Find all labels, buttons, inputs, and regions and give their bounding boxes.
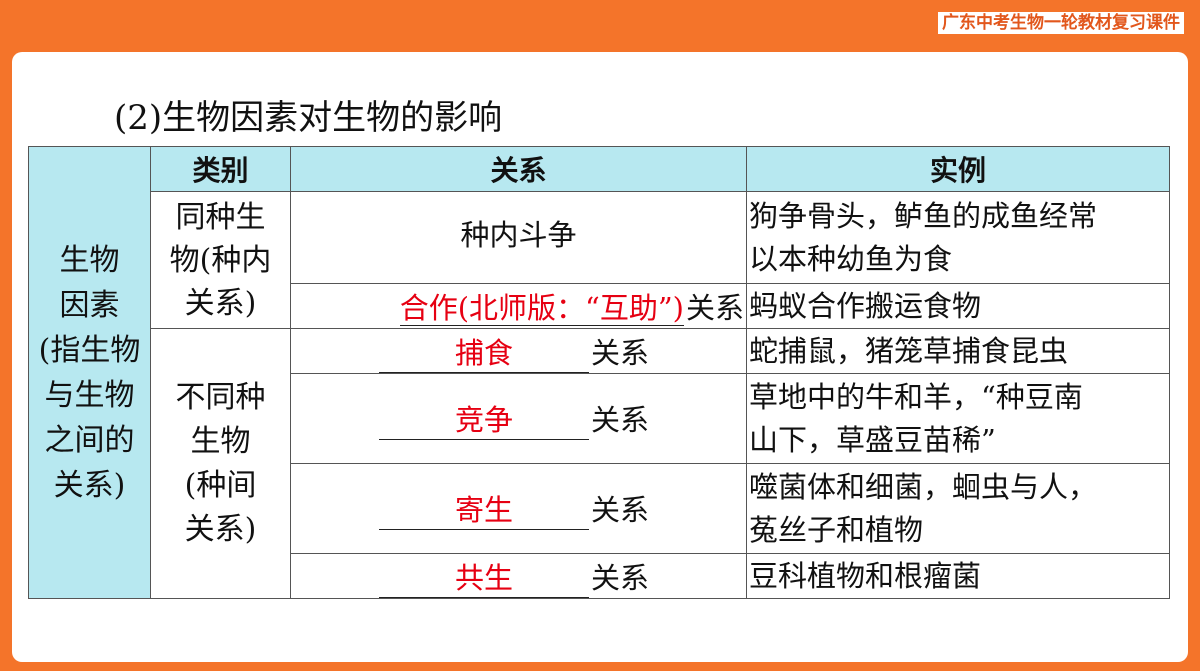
subcategory-line: (种间 <box>184 467 257 503</box>
example-line: 山下，草盛豆苗稀” <box>749 422 996 457</box>
same-species-cell: 同种生 物(种内 关系) <box>150 191 291 329</box>
subcategory-line: 关系) <box>184 511 257 547</box>
relation-suffix: 关系 <box>685 291 744 325</box>
example-cell: 狗争骨头，鲈鱼的成鱼经常 以本种幼鱼为食 <box>746 191 1170 284</box>
example-line: 狗争骨头，鲈鱼的成鱼经常 <box>749 198 1098 233</box>
answer-blank: 竞争 <box>379 397 589 440</box>
example-cell: 蛇捕鼠，猪笼草捕食昆虫 <box>746 328 1170 374</box>
example-line: 噬菌体和细菌，蛔虫与人， <box>749 469 1098 504</box>
example-line: 豆科植物和根瘤菌 <box>749 558 982 593</box>
example-line: 草地中的牛和羊，“种豆南 <box>749 379 1083 414</box>
category-line: 因素 <box>59 287 120 323</box>
relation-suffix: 关系 <box>591 335 650 370</box>
example-cell: 草地中的牛和羊，“种豆南 山下，草盛豆苗稀” <box>746 373 1170 464</box>
answer-text: 合作(北师版：“互助”) <box>399 291 684 326</box>
relation-text: 种内斗争 <box>460 217 577 252</box>
relation-cell: 捕食 关系 <box>290 328 747 374</box>
relation-suffix: 关系 <box>591 560 650 595</box>
category-line: 关系) <box>53 467 126 503</box>
subcategory-line: 关系) <box>184 285 257 321</box>
column-header-example: 实例 <box>746 146 1170 192</box>
course-title: 广东中考生物一轮教材复习课件 <box>938 12 1184 34</box>
answer-blank: 共生 <box>379 555 589 598</box>
example-cell: 噬菌体和细菌，蛔虫与人， 菟丝子和植物 <box>746 463 1170 554</box>
subcategory-line: 物(种内 <box>169 242 272 278</box>
example-line: 蚂蚁合作搬运食物 <box>749 288 982 323</box>
relation-table: 生物 因素 (指生物 与生物 之间的 关系) 类别 关系 实例 同种生 物(种内… <box>28 146 1170 599</box>
example-line: 菟丝子和植物 <box>749 512 924 547</box>
subcategory-line: 不同种 <box>175 379 266 415</box>
section-heading: (2)生物因素对生物的影响 <box>114 98 503 138</box>
relation-suffix: 关系 <box>591 493 650 527</box>
relation-cell: 寄生 关系 <box>290 463 747 554</box>
answer-blank: 捕食 <box>379 330 589 373</box>
relation-cell: 种内斗争 <box>290 191 747 284</box>
different-species-cell: 不同种 生物 (种间 关系) <box>150 328 291 599</box>
relation-cell: 共生 关系 <box>290 553 747 599</box>
example-cell: 豆科植物和根瘤菌 <box>746 553 1170 599</box>
table-row: 不同种 生物 (种间 关系) 捕食 关系 蛇捕鼠，猪笼草捕食昆虫 <box>29 328 1170 599</box>
example-line: 以本种幼鱼为食 <box>749 241 953 276</box>
category-cell: 生物 因素 (指生物 与生物 之间的 关系) <box>28 146 151 599</box>
table-header-row: 生物 因素 (指生物 与生物 之间的 关系) 类别 关系 实例 <box>28 146 1170 599</box>
subcategory-line: 同种生 <box>175 199 266 235</box>
column-header-type: 类别 <box>150 146 291 192</box>
example-line: 蛇捕鼠，猪笼草捕食昆虫 <box>749 333 1069 368</box>
category-line: 之间的 <box>44 422 135 458</box>
column-header-relation: 关系 <box>290 146 747 192</box>
example-cell: 蚂蚁合作搬运食物 <box>746 283 1170 329</box>
category-line: 与生物 <box>44 377 135 413</box>
subcategory-line: 生物 <box>190 423 251 459</box>
answer-blank: 寄生 <box>379 487 589 530</box>
relation-cell: 竞争 关系 <box>290 373 747 464</box>
relation-cell: 合作(北师版：“互助”)关系 <box>290 283 747 329</box>
table-row: 同种生 物(种内 关系) 种内斗争 狗争骨头，鲈鱼的成鱼经常 以本种幼鱼为食 <box>29 191 1170 329</box>
relation-suffix: 关系 <box>591 403 650 437</box>
category-line: 生物 <box>59 242 120 278</box>
category-line: (指生物 <box>38 332 141 368</box>
